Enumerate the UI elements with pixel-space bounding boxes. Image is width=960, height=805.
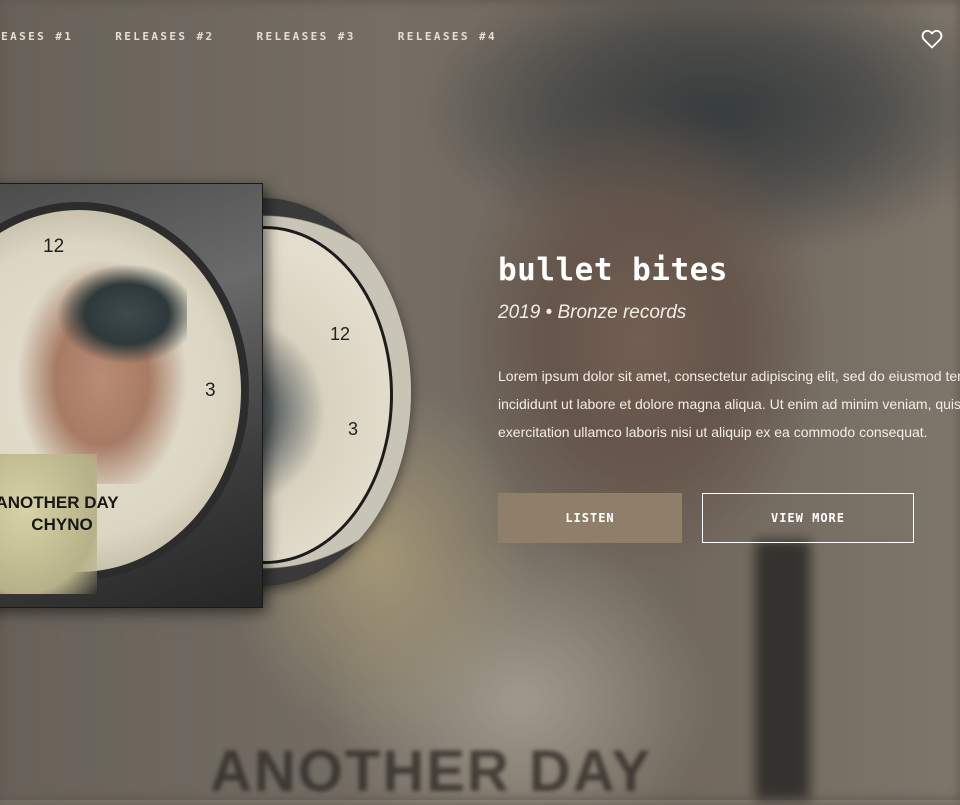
release-title: bullet bites bbox=[498, 252, 728, 288]
heart-icon bbox=[921, 29, 943, 49]
cover-title-line-1: ANOTHER DAY bbox=[0, 493, 119, 512]
nav-item-releases-1[interactable]: RELEASES #1 bbox=[0, 30, 73, 50]
cover-title: ANOTHER DAY CHYNO bbox=[0, 492, 137, 536]
nav-item-releases-3[interactable]: RELEASES #3 bbox=[257, 30, 356, 50]
cover-portrait bbox=[7, 254, 187, 484]
album-cover: 12 3 6 ANOTHER DAY CHYNO bbox=[0, 183, 263, 608]
disc-number-12: 12 bbox=[330, 324, 351, 344]
releases-nav: RELEASES #1 RELEASES #2 RELEASES #3 RELE… bbox=[0, 30, 497, 50]
release-meta: 2019 • Bronze records bbox=[498, 302, 687, 323]
clock-number-3: 3 bbox=[205, 380, 216, 401]
nav-item-releases-4[interactable]: RELEASES #4 bbox=[398, 30, 497, 50]
disc-number-3: 3 bbox=[348, 419, 359, 439]
cover-title-line-2: CHYNO bbox=[31, 515, 93, 534]
listen-button[interactable]: LISTEN bbox=[498, 493, 682, 543]
description-line: incididunt ut labore et dolore magna ali… bbox=[498, 396, 960, 412]
description-line: exercitation ullamco laboris nisi ut ali… bbox=[498, 424, 928, 440]
view-more-button[interactable]: VIEW MORE bbox=[702, 493, 914, 543]
description-line: Lorem ipsum dolor sit amet, consectetur … bbox=[498, 368, 960, 384]
favorite-button[interactable] bbox=[920, 27, 944, 51]
release-description: Lorem ipsum dolor sit amet, consectetur … bbox=[498, 362, 960, 446]
nav-item-releases-2[interactable]: RELEASES #2 bbox=[115, 30, 214, 50]
